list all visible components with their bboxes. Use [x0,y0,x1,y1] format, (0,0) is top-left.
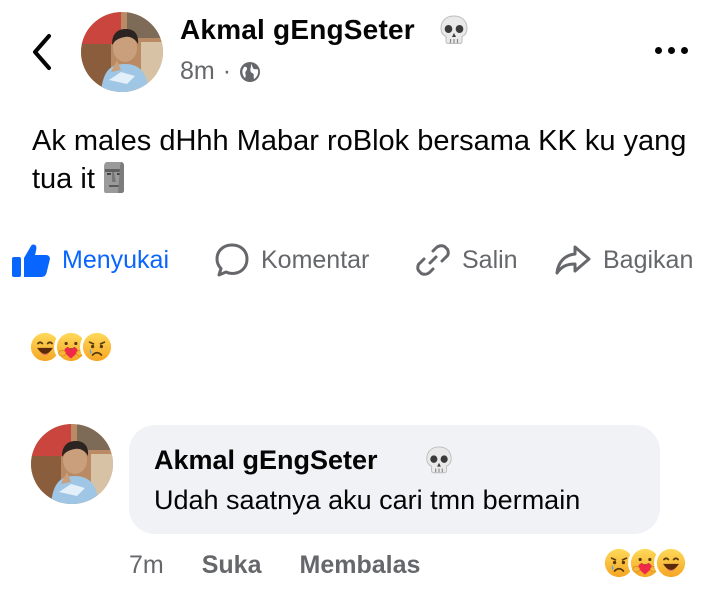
moai-emoji-icon [103,162,124,193]
globe-icon [240,61,261,82]
comment-reactions-summary[interactable] [602,546,688,582]
skull-emoji-icon [424,445,454,477]
thumbs-up-icon [12,244,50,277]
like-label: Menyukai [62,245,169,274]
comment-meta: 7m Suka Membalas [129,548,420,582]
comment-bubble[interactable]: Akmal gEngSeter Udah saatnya aku cari tm… [129,425,660,534]
sad-reaction-icon [80,330,114,364]
more-dot [680,46,688,54]
post-text: Ak males dHhh Mabar roBlok bersama KK ku… [32,125,687,195]
post-author-avatar[interactable] [81,12,163,92]
copy-label: Salin [462,245,518,274]
share-label: Bagikan [603,245,694,274]
comment-author-avatar[interactable] [31,424,113,504]
skull-emoji-icon [438,14,470,48]
comment-button[interactable]: Komentar [213,238,369,282]
comment-time[interactable]: 7m [129,551,164,580]
chevron-left-icon [33,34,51,70]
comment-reply-button[interactable]: Membalas [300,551,421,580]
meta-separator: · [222,57,232,85]
more-options-button[interactable] [647,34,695,66]
comment-label: Komentar [261,245,370,274]
post-body: Ak males dHhh Mabar roBlok bersama KK ku… [32,122,702,198]
more-dot [654,46,662,54]
haha-reaction-icon [654,546,688,580]
avatar-image [31,424,113,504]
post-time[interactable]: 8m [180,57,215,86]
back-button[interactable] [22,28,62,76]
comment-like-button[interactable]: Suka [202,551,262,580]
post-meta: 8m · [180,57,261,86]
more-dot [667,46,675,54]
comment-text: Udah saatnya aku cari tmn bermain [154,485,581,515]
post-reactions-summary[interactable] [28,330,114,366]
share-arrow-icon [555,245,591,275]
post-author-name[interactable]: Akmal gEngSeter [180,14,415,46]
post-action-bar: Menyukai Komentar Salin Bagikan [10,238,710,282]
share-button[interactable]: Bagikan [553,238,693,282]
comment-bubble-icon [215,243,249,277]
link-icon [416,244,450,276]
avatar-image [81,12,163,92]
like-button[interactable]: Menyukai [10,238,169,282]
comment-author-name[interactable]: Akmal gEngSeter [154,445,378,476]
copy-link-button[interactable]: Salin [414,238,518,282]
